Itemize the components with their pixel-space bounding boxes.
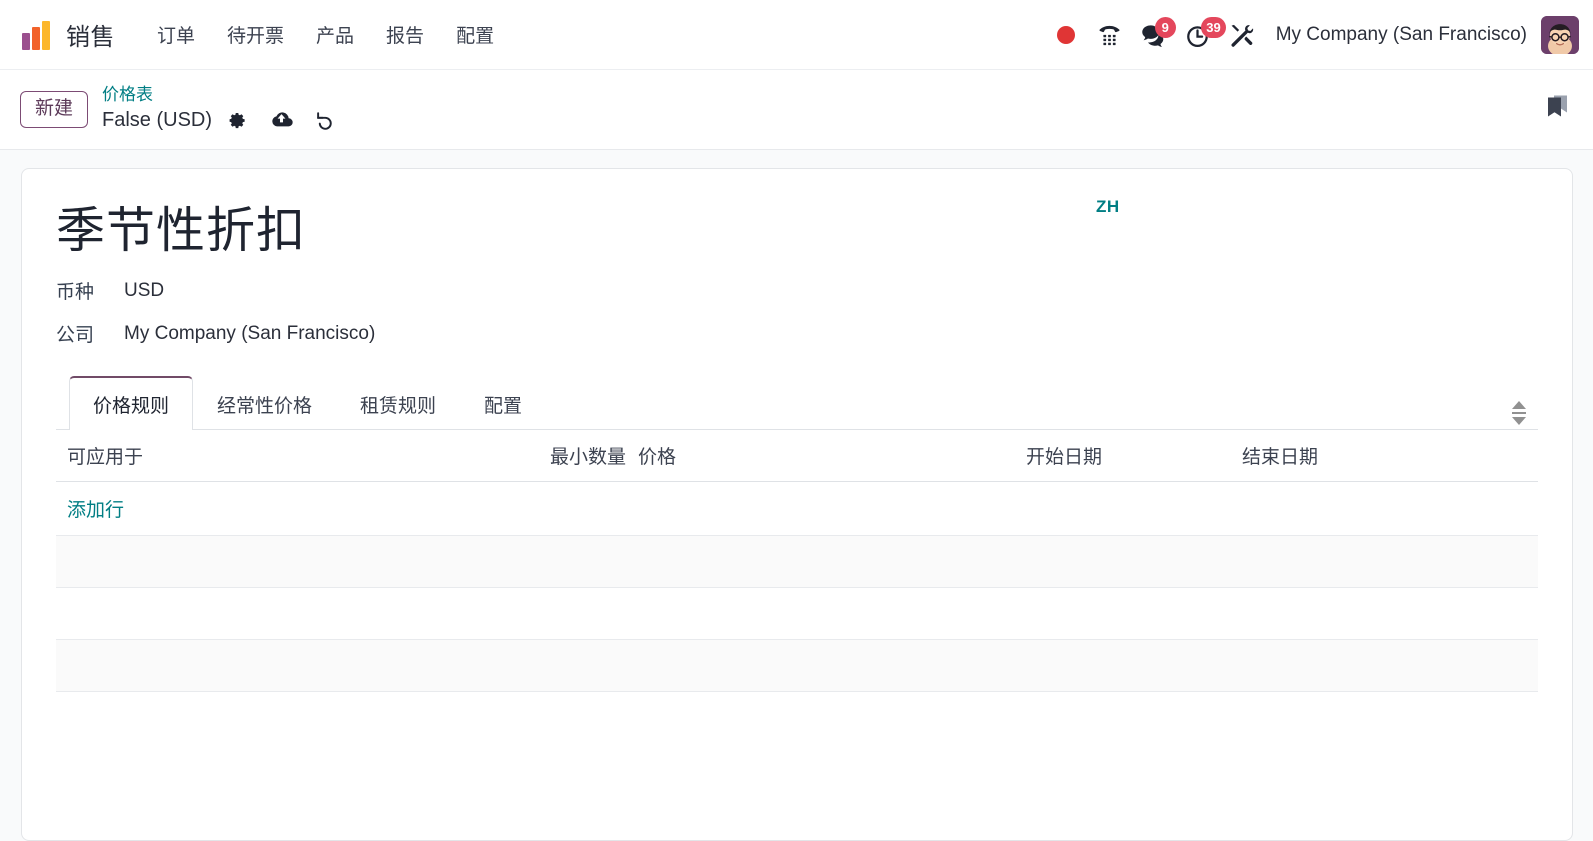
empty-filler-row <box>56 640 1538 693</box>
menu-orders[interactable]: 订单 <box>141 15 211 54</box>
empty-filler-row <box>56 692 1538 783</box>
column-applied-on[interactable]: 可应用于 <box>56 442 521 469</box>
field-company-label: 公司 <box>56 325 95 347</box>
column-end-date[interactable]: 结束日期 <box>1242 442 1492 469</box>
breadcrumb: 价格表 False (USD) <box>102 84 342 135</box>
messages-badge: 9 <box>1154 17 1176 38</box>
field-currency-label: 币种 <box>56 282 95 304</box>
chat-bubbles-icon[interactable]: 9 <box>1132 13 1176 57</box>
page-title[interactable]: 季节性折扣 <box>56 203 1538 259</box>
breadcrumb-current: False (USD) <box>102 109 213 132</box>
control-panel: 新建 价格表 False (USD) <box>0 70 1593 150</box>
sheet-container: ZH 季节性折扣 币种 USD 公司 My Company (San Franc… <box>0 150 1593 841</box>
undo-icon[interactable] <box>308 105 342 135</box>
menu-reporting[interactable]: 报告 <box>370 15 440 54</box>
column-min-quantity[interactable]: 最小数量 <box>521 442 626 469</box>
navbar-right-group: 9 39 My Company (San Francisco) <box>1044 0 1579 70</box>
menu-configuration[interactable]: 配置 <box>440 15 510 54</box>
gear-icon[interactable] <box>220 105 254 135</box>
tab-price-rules[interactable]: 价格规则 <box>69 376 194 431</box>
add-line-row: 添加行 <box>56 482 1538 537</box>
field-currency-value[interactable]: USD <box>124 280 164 302</box>
language-badge[interactable]: ZH <box>1096 197 1120 217</box>
breadcrumb-parent[interactable]: 价格表 <box>102 84 342 105</box>
cloud-upload-icon[interactable] <box>264 105 298 135</box>
menu-to-invoice[interactable]: 待开票 <box>211 15 300 54</box>
phone-dialpad-icon[interactable] <box>1088 13 1132 57</box>
company-switcher[interactable]: My Company (San Francisco) <box>1264 24 1537 46</box>
tab-rental-rules[interactable]: 租赁规则 <box>336 377 460 430</box>
column-start-date[interactable]: 开始日期 <box>1026 442 1242 469</box>
menu-products[interactable]: 产品 <box>300 15 370 54</box>
main-menu: 订单 待开票 产品 报告 配置 <box>141 15 510 54</box>
breadcrumb-current-row: False (USD) <box>102 105 342 135</box>
app-name[interactable]: 销售 <box>66 17 115 52</box>
record-dot-icon[interactable] <box>1044 13 1088 57</box>
avatar[interactable] <box>1541 16 1579 54</box>
notebook-tabs: 价格规则 经常性价格 租赁规则 配置 <box>56 375 1538 431</box>
new-button[interactable]: 新建 <box>20 91 89 128</box>
sheet-inner: ZH 季节性折扣 币种 USD 公司 My Company (San Franc… <box>22 169 1572 783</box>
field-company-row: 公司 My Company (San Francisco) <box>56 320 1538 347</box>
record-sheet: ZH 季节性折扣 币种 USD 公司 My Company (San Franc… <box>21 168 1573 841</box>
empty-filler-row <box>56 588 1538 641</box>
clock-activity-icon[interactable]: 39 <box>1176 13 1226 57</box>
spinner-up-arrow-icon[interactable] <box>1512 401 1526 410</box>
list-header-row: 可应用于 最小数量 价格 开始日期 结束日期 <box>56 430 1538 483</box>
logo-bar-3 <box>42 20 50 50</box>
top-navbar: 销售 订单 待开票 产品 报告 配置 9 39 My Company (San … <box>0 0 1593 70</box>
add-line-button[interactable]: 添加行 <box>56 495 124 522</box>
logo-bar-1 <box>22 32 30 50</box>
sales-bars-logo-icon[interactable] <box>22 20 52 50</box>
spinner-divider <box>1512 412 1526 415</box>
field-currency-row: 币种 USD <box>56 277 1538 304</box>
field-company-value[interactable]: My Company (San Francisco) <box>124 323 375 345</box>
spinner-down-arrow-icon[interactable] <box>1512 417 1526 426</box>
logo-bar-2 <box>32 26 40 50</box>
column-price[interactable]: 价格 <box>626 442 1026 469</box>
tools-wrench-icon[interactable] <box>1220 13 1264 57</box>
tab-recurring-prices[interactable]: 经常性价格 <box>193 377 336 430</box>
tab-configuration[interactable]: 配置 <box>460 377 546 430</box>
bookmark-icon[interactable] <box>1545 92 1571 127</box>
notebook: 价格规则 经常性价格 租赁规则 配置 可应用于 最小数量 价格 开始日期 结束日… <box>56 375 1538 783</box>
empty-filler-row <box>56 536 1538 589</box>
vertical-spinner-icon[interactable] <box>1510 401 1528 426</box>
record-dot-shape <box>1056 26 1075 44</box>
price-rules-list: 可应用于 最小数量 价格 开始日期 结束日期 添加行 <box>56 430 1538 783</box>
